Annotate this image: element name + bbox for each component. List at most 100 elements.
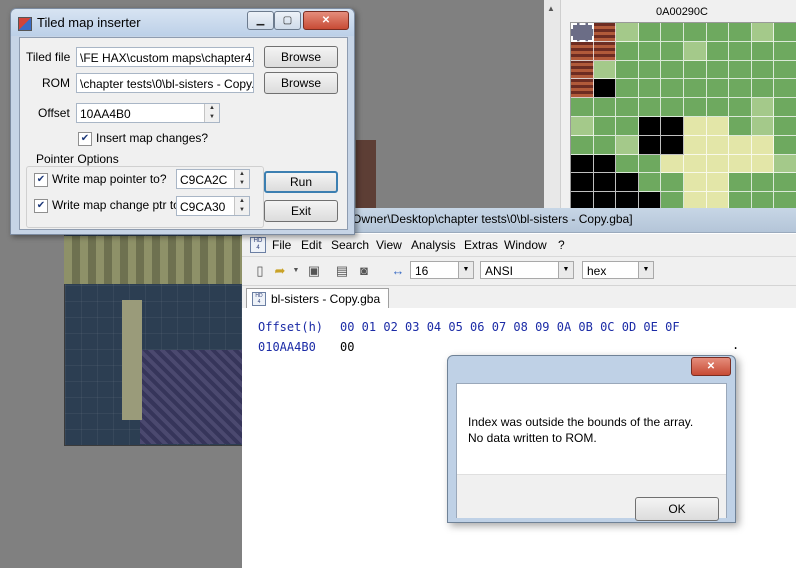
bytes-per-row-select[interactable]: 16 ▼ [410,261,474,279]
tile-cell[interactable] [616,79,639,99]
tile-cell[interactable] [774,173,796,193]
tile-cell[interactable] [638,60,662,80]
tile-cell[interactable] [729,135,752,155]
scroll-up-arrow-icon[interactable]: ▲ [547,4,555,13]
tile-cell[interactable] [729,154,752,174]
write-map-pointer-checkbox[interactable]: ✔ [34,173,48,187]
tile-cell[interactable] [706,116,730,136]
tileset-scrollbar[interactable]: ▲ [544,0,561,210]
run-button[interactable]: Run [264,171,338,193]
tile-cell[interactable] [774,79,796,99]
tile-cell[interactable] [571,135,594,155]
tile-cell[interactable] [729,23,752,42]
tile-cell[interactable] [616,154,639,174]
tile-cell[interactable] [616,135,639,155]
tile-cell[interactable] [593,154,617,174]
tile-cell[interactable] [661,41,684,61]
tile-cell[interactable] [571,79,594,99]
tile-cell[interactable] [593,60,617,80]
tile-cell[interactable] [729,60,752,80]
spinner-arrows-icon[interactable]: ▲ ▼ [234,170,249,188]
change-ptr-spinner[interactable]: C9CA30 ▲ ▼ [176,196,250,216]
tile-cell[interactable] [593,41,617,61]
tile-cell[interactable] [751,116,775,136]
tile-cell[interactable] [638,173,662,193]
tile-cell[interactable] [638,98,662,117]
ok-button[interactable]: OK [635,497,719,521]
tile-cell[interactable] [571,154,594,174]
tile-cell[interactable] [571,60,594,80]
tile-cell[interactable] [661,79,684,99]
tile-cell[interactable] [593,135,617,155]
tile-cell[interactable] [706,98,730,117]
tile-cell[interactable] [616,116,639,136]
tile-cell[interactable] [706,79,730,99]
spinner-arrows-icon[interactable]: ▲ ▼ [234,197,249,215]
row-bytes[interactable]: 00 [340,340,354,354]
tile-cell[interactable] [751,41,775,61]
tile-cell[interactable] [706,41,730,61]
tile-cell[interactable] [683,98,707,117]
display-mode-select[interactable]: hex ▼ [582,261,654,279]
tile-cell[interactable] [706,23,730,42]
browse-tiled-button[interactable]: Browse [264,46,338,68]
tile-cell[interactable] [638,23,662,42]
menu-view[interactable]: View [376,238,402,252]
tile-cell[interactable] [729,41,752,61]
tile-cell[interactable] [571,41,594,61]
tile-cell[interactable] [616,23,639,42]
maximize-button[interactable]: ▢ [274,11,301,30]
tile-cell[interactable] [571,173,594,193]
new-file-icon[interactable]: ▯ [252,263,268,279]
insert-changes-checkbox[interactable]: ✔ [78,132,92,146]
map-pointer-spinner[interactable]: C9CA2C ▲ ▼ [176,169,250,189]
tile-cell[interactable] [593,23,617,42]
tile-cell[interactable] [774,116,796,136]
tile-cell[interactable] [706,60,730,80]
tile-cell[interactable] [638,135,662,155]
tile-cell[interactable] [571,23,594,42]
tile-cell[interactable] [616,173,639,193]
ram-icon[interactable]: ▤ [334,263,350,279]
tile-cell[interactable] [751,173,775,193]
chevron-down-icon[interactable]: ▼ [638,262,653,278]
tile-cell[interactable] [751,135,775,155]
tile-cell[interactable] [683,154,707,174]
tile-cell[interactable] [661,135,684,155]
tile-cell[interactable] [683,135,707,155]
disk-icon[interactable]: ◙ [356,263,372,279]
tile-cell[interactable] [774,41,796,61]
tile-cell[interactable] [616,98,639,117]
tile-cell[interactable] [638,116,662,136]
close-button[interactable]: ✕ [691,357,731,376]
tile-cell[interactable] [774,135,796,155]
tile-cell[interactable] [571,116,594,136]
tile-cell[interactable] [774,154,796,174]
tile-cell[interactable] [593,116,617,136]
open-folder-icon[interactable]: ➦ [272,263,288,279]
encoding-select[interactable]: ANSI ▼ [480,261,574,279]
tile-cell[interactable] [683,41,707,61]
tile-cell[interactable] [661,173,684,193]
offset-spinner[interactable]: 10AA4B0 ▲ ▼ [76,103,220,123]
tile-cell[interactable] [751,154,775,174]
minimize-button[interactable]: ▁ [247,11,274,30]
tile-cell[interactable] [774,98,796,117]
menu-analysis[interactable]: Analysis [411,238,456,252]
tile-cell[interactable] [593,79,617,99]
tile-cell[interactable] [593,173,617,193]
menu-extras[interactable]: Extras [464,238,498,252]
tiled-file-input[interactable]: \FE HAX\custom maps\chapter4.tmx [76,47,254,67]
tiled-inserter-titlebar[interactable]: Tiled map inserter ▁ ▢ ✕ [11,9,354,36]
save-icon[interactable]: ▣ [306,263,322,279]
tile-cell[interactable] [638,154,662,174]
tile-cell[interactable] [706,154,730,174]
tile-cell[interactable] [729,79,752,99]
tile-cell[interactable] [638,41,662,61]
menu-window[interactable]: Window [504,238,547,252]
exit-button[interactable]: Exit [264,200,338,222]
tile-cell[interactable] [616,41,639,61]
open-dropdown-icon[interactable]: ▼ [288,263,304,279]
tile-cell[interactable] [729,98,752,117]
tileset-grid[interactable] [570,22,796,212]
